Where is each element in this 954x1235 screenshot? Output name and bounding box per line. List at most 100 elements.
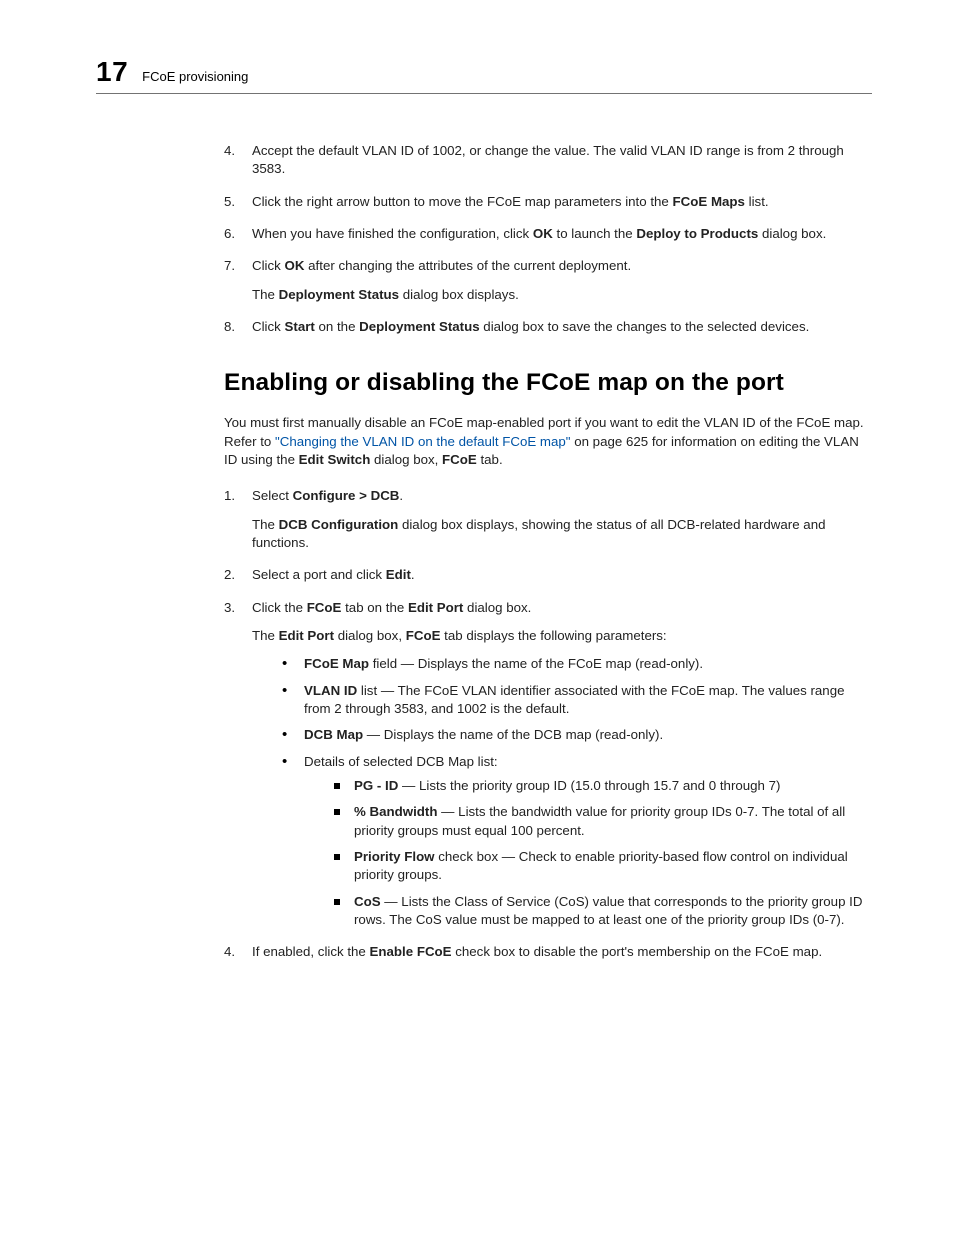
step-number: 8. xyxy=(224,318,235,336)
step-body: Accept the default VLAN ID of 1002, or c… xyxy=(252,142,872,179)
text-run: — Lists the Class of Service (CoS) value… xyxy=(354,894,862,927)
bold-text: Deployment Status xyxy=(359,319,479,334)
top-steps-list: 4.Accept the default VLAN ID of 1002, or… xyxy=(224,142,872,336)
step-paragraph: Select Configure > DCB. xyxy=(252,487,872,505)
text-run: Select a port and click xyxy=(252,567,386,582)
bold-text: FCoE xyxy=(307,600,342,615)
square-item: Priority Flow check box — Check to enabl… xyxy=(330,848,872,885)
step-body: If enabled, click the Enable FCoE check … xyxy=(252,943,872,961)
text-run: Click the right arrow button to move the… xyxy=(252,194,673,209)
step-paragraph: Click Start on the Deployment Status dia… xyxy=(252,318,872,336)
text-run: tab. xyxy=(477,452,503,467)
step-item: 3. Click the FCoE tab on the Edit Port di… xyxy=(224,599,872,930)
text-run: Click xyxy=(252,319,285,334)
text-run: When you have finished the configuration… xyxy=(252,226,533,241)
bullet-item: Details of selected DCB Map list: PG - ID… xyxy=(280,753,872,930)
bullet-item: DCB Map — Displays the name of the DCB m… xyxy=(280,726,872,744)
text-run: to launch the xyxy=(553,226,637,241)
step-paragraph: If enabled, click the Enable FCoE check … xyxy=(252,943,872,961)
step-number: 2. xyxy=(224,566,235,584)
step-body: Click the FCoE tab on the Edit Port dial… xyxy=(252,599,872,930)
text-run: The xyxy=(252,287,279,302)
text-run: dialog box. xyxy=(758,226,826,241)
bold-text: Priority Flow xyxy=(354,849,435,864)
text-run: — Displays the name of the DCB map (read… xyxy=(363,727,663,742)
step-paragraph: Accept the default VLAN ID of 1002, or c… xyxy=(252,142,872,179)
section-intro: You must first manually disable an FCoE … xyxy=(224,414,872,469)
step-item: 1. Select Configure > DCB. The DCB Configu… xyxy=(224,487,872,552)
running-head: 17 FCoE provisioning xyxy=(96,58,872,87)
bold-text: FCoE xyxy=(442,452,477,467)
step-body: Select a port and click Edit. xyxy=(252,566,872,584)
bullet-list: FCoE Map field — Displays the name of th… xyxy=(280,655,872,929)
step-paragraph: Click OK after changing the attributes o… xyxy=(252,257,872,275)
text-run: Details of selected DCB Map list: xyxy=(304,754,498,769)
text-run: list. xyxy=(745,194,769,209)
step-item: 8. Click Start on the Deployment Status d… xyxy=(224,318,872,336)
step-number: 7. xyxy=(224,257,235,275)
step-paragraph: The Edit Port dialog box, FCoE tab displ… xyxy=(252,627,872,645)
bold-text: DCB Map xyxy=(304,727,363,742)
step-paragraph: The Deployment Status dialog box display… xyxy=(252,286,872,304)
section-title: Enabling or disabling the FCoE map on th… xyxy=(224,366,872,400)
bullet-item: VLAN ID list — The FCoE VLAN identifier … xyxy=(280,682,872,719)
text-run: dialog box to save the changes to the se… xyxy=(480,319,810,334)
step-paragraph: The DCB Configuration dialog box display… xyxy=(252,516,872,553)
chapter-number: 17 xyxy=(96,58,128,86)
bold-text: DCB Configuration xyxy=(279,517,399,532)
text-run: Select xyxy=(252,488,293,503)
cross-ref-link[interactable]: "Changing the VLAN ID on the default FCo… xyxy=(275,434,571,449)
bold-text: Configure > DCB xyxy=(293,488,400,503)
text-run: field — Displays the name of the FCoE ma… xyxy=(369,656,703,671)
square-list: PG - ID — Lists the priority group ID (1… xyxy=(330,777,872,929)
bold-text: Deploy to Products xyxy=(636,226,758,241)
bold-text: FCoE Maps xyxy=(673,194,745,209)
bullet-item: FCoE Map field — Displays the name of th… xyxy=(280,655,872,673)
bold-text: FCoE Map xyxy=(304,656,369,671)
text-run: dialog box, xyxy=(370,452,442,467)
bold-text: Edit Switch xyxy=(299,452,371,467)
bold-text: Edit Port xyxy=(279,628,334,643)
step-body: Select Configure > DCB. The DCB Configura… xyxy=(252,487,872,552)
bold-text: Edit xyxy=(386,567,411,582)
text-run: tab on the xyxy=(341,600,408,615)
square-item: PG - ID — Lists the priority group ID (1… xyxy=(330,777,872,795)
bold-text: OK xyxy=(533,226,553,241)
header-rule xyxy=(96,93,872,94)
step-number: 6. xyxy=(224,225,235,243)
bold-text: OK xyxy=(285,258,305,273)
text-run: Click xyxy=(252,258,285,273)
text-run: on the xyxy=(315,319,359,334)
text-run: If enabled, click the xyxy=(252,944,370,959)
step-item: 5. Click the right arrow button to move t… xyxy=(224,193,872,211)
text-run: check box to disable the port's membersh… xyxy=(452,944,823,959)
step-paragraph: When you have finished the configuration… xyxy=(252,225,872,243)
text-run: . xyxy=(411,567,415,582)
step-number: 1. xyxy=(224,487,235,505)
square-item: % Bandwidth — Lists the bandwidth value … xyxy=(330,803,872,840)
text-run: dialog box displays. xyxy=(399,287,519,302)
text-run: . xyxy=(399,488,403,503)
step-number: 4. xyxy=(224,943,235,961)
step-item: 4.Accept the default VLAN ID of 1002, or… xyxy=(224,142,872,179)
step-body: When you have finished the configuration… xyxy=(252,225,872,243)
step-item: 2. Select a port and click Edit. xyxy=(224,566,872,584)
step-item: 7. Click OK after changing the attributes… xyxy=(224,257,872,304)
bold-text: % Bandwidth xyxy=(354,804,437,819)
text-run: The xyxy=(252,628,279,643)
bold-text: Start xyxy=(285,319,315,334)
running-title: FCoE provisioning xyxy=(142,70,248,85)
text-run: list — The FCoE VLAN identifier associat… xyxy=(304,683,845,716)
step-number: 5. xyxy=(224,193,235,211)
step-paragraph: Click the FCoE tab on the Edit Port dial… xyxy=(252,599,872,617)
text-run: tab displays the following parameters: xyxy=(440,628,666,643)
step-item: 6. When you have finished the configurati… xyxy=(224,225,872,243)
bold-text: PG - ID xyxy=(354,778,398,793)
step-paragraph: Click the right arrow button to move the… xyxy=(252,193,872,211)
content-area: 4. Accept the default VLAN ID of 1002, or… xyxy=(224,142,872,962)
text-run: The xyxy=(252,517,279,532)
text-run: — Lists the priority group ID (15.0 thro… xyxy=(398,778,780,793)
step-number: 3. xyxy=(224,599,235,617)
bold-text: Enable FCoE xyxy=(370,944,452,959)
page-root: 17 FCoE provisioning 4. Accept the defaul… xyxy=(0,0,954,1235)
